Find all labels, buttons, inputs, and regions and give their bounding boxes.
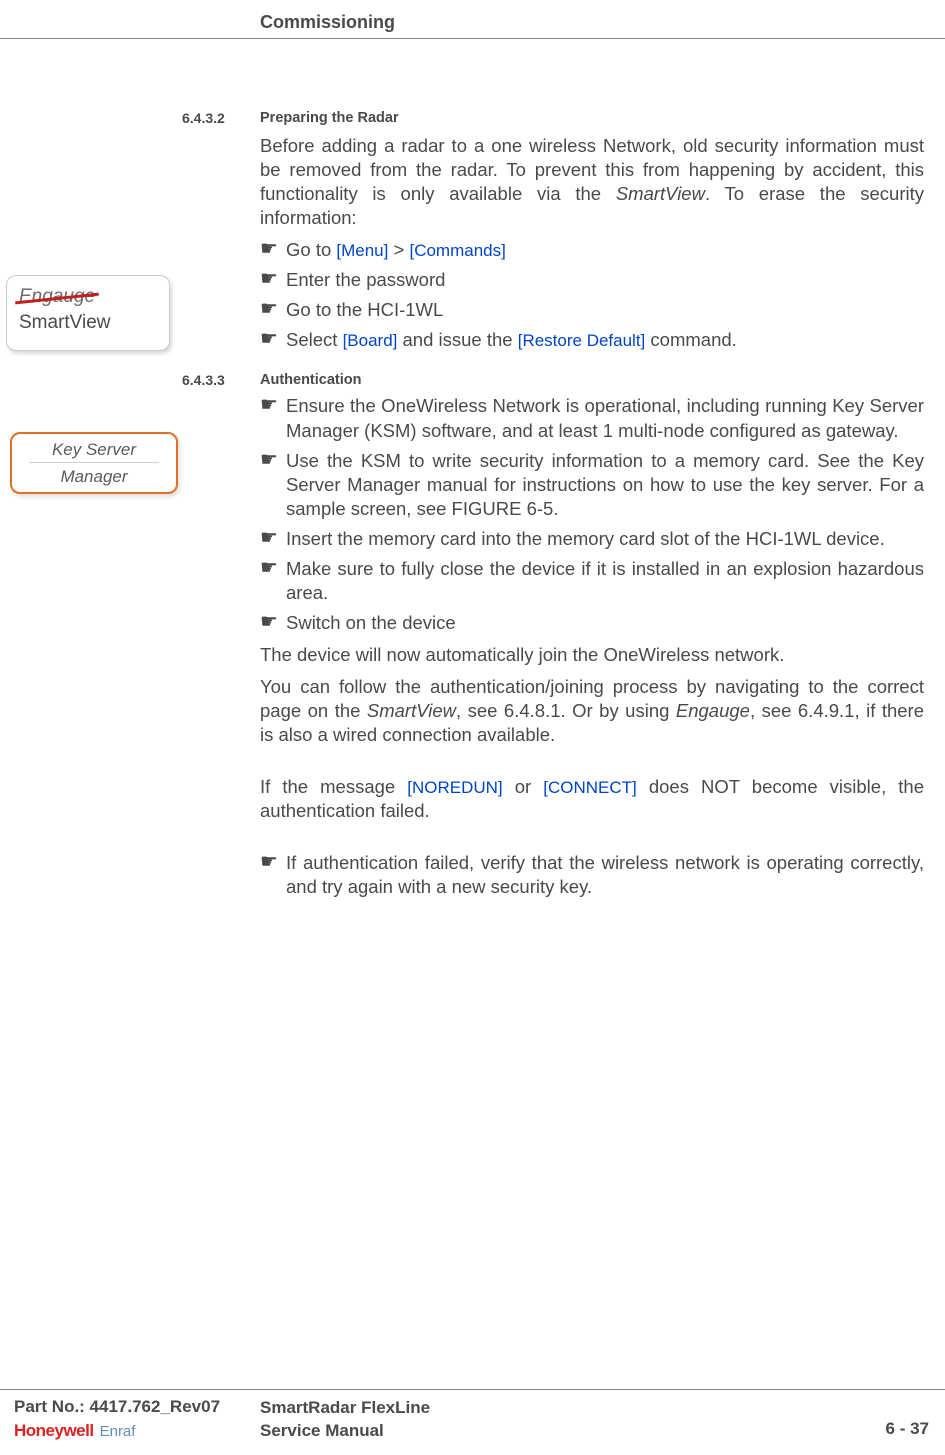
- pointer-icon: ☛: [260, 851, 286, 873]
- paragraph: Before adding a radar to a one wireless …: [260, 134, 924, 230]
- pointer-icon: ☛: [260, 328, 286, 350]
- pointer-icon: ☛: [260, 557, 286, 579]
- step-text: If authentication failed, verify that th…: [286, 851, 924, 899]
- paragraph: The device will now automatically join t…: [260, 643, 924, 667]
- step-text: Go to [Menu] > [Commands]: [286, 238, 924, 262]
- footer-rule: [0, 1389, 945, 1390]
- step-text: Insert the memory card into the memory c…: [286, 527, 924, 551]
- keyserver-illustration: Key Server Manager: [10, 432, 178, 494]
- section-number: 6.4.3.3: [182, 372, 260, 388]
- pointer-icon: ☛: [260, 611, 286, 633]
- enraf-logo-text: Enraf: [100, 1423, 136, 1440]
- step-text: Select [Board] and issue the [Restore De…: [286, 328, 924, 352]
- section-title: Authentication: [260, 372, 362, 388]
- footer-partno: Part No.: 4417.762_Rev07: [14, 1397, 220, 1417]
- header-rule: [0, 38, 945, 39]
- step-text: Enter the password: [286, 268, 924, 292]
- section-number: 6.4.3.2: [182, 110, 260, 126]
- smartview-illustration: Engauge SmartView: [6, 275, 170, 351]
- footer-doc-title: SmartRadar FlexLineService Manual: [260, 1397, 430, 1443]
- pointer-icon: ☛: [260, 394, 286, 416]
- page: Commissioning Engauge SmartView Key Serv…: [0, 0, 945, 1455]
- pointer-icon: ☛: [260, 298, 286, 320]
- step-text: Ensure the OneWireless Network is operat…: [286, 394, 924, 442]
- pointer-icon: ☛: [260, 238, 286, 260]
- keyserver-line2: Manager: [60, 467, 127, 487]
- pointer-icon: ☛: [260, 268, 286, 290]
- step-text: Make sure to fully close the device if i…: [286, 557, 924, 605]
- smartview-label: SmartView: [19, 312, 157, 334]
- pointer-icon: ☛: [260, 449, 286, 471]
- footer-logo: Honeywell Enraf: [14, 1421, 135, 1441]
- paragraph: If the message [NOREDUN] or [CONNECT] do…: [260, 775, 924, 823]
- pointer-icon: ☛: [260, 527, 286, 549]
- keyserver-divider: [29, 462, 159, 463]
- step-text: Switch on the device: [286, 611, 924, 635]
- step-text: Go to the HCI-1WL: [286, 298, 924, 322]
- footer-page-number: 6 - 37: [886, 1419, 929, 1439]
- running-header: Commissioning: [260, 12, 395, 33]
- section-title: Preparing the Radar: [260, 110, 399, 126]
- step-text: Use the KSM to write security informatio…: [286, 449, 924, 521]
- honeywell-logo-text: Honeywell: [14, 1421, 94, 1441]
- paragraph: You can follow the authentication/joinin…: [260, 675, 924, 747]
- keyserver-line1: Key Server: [52, 440, 136, 460]
